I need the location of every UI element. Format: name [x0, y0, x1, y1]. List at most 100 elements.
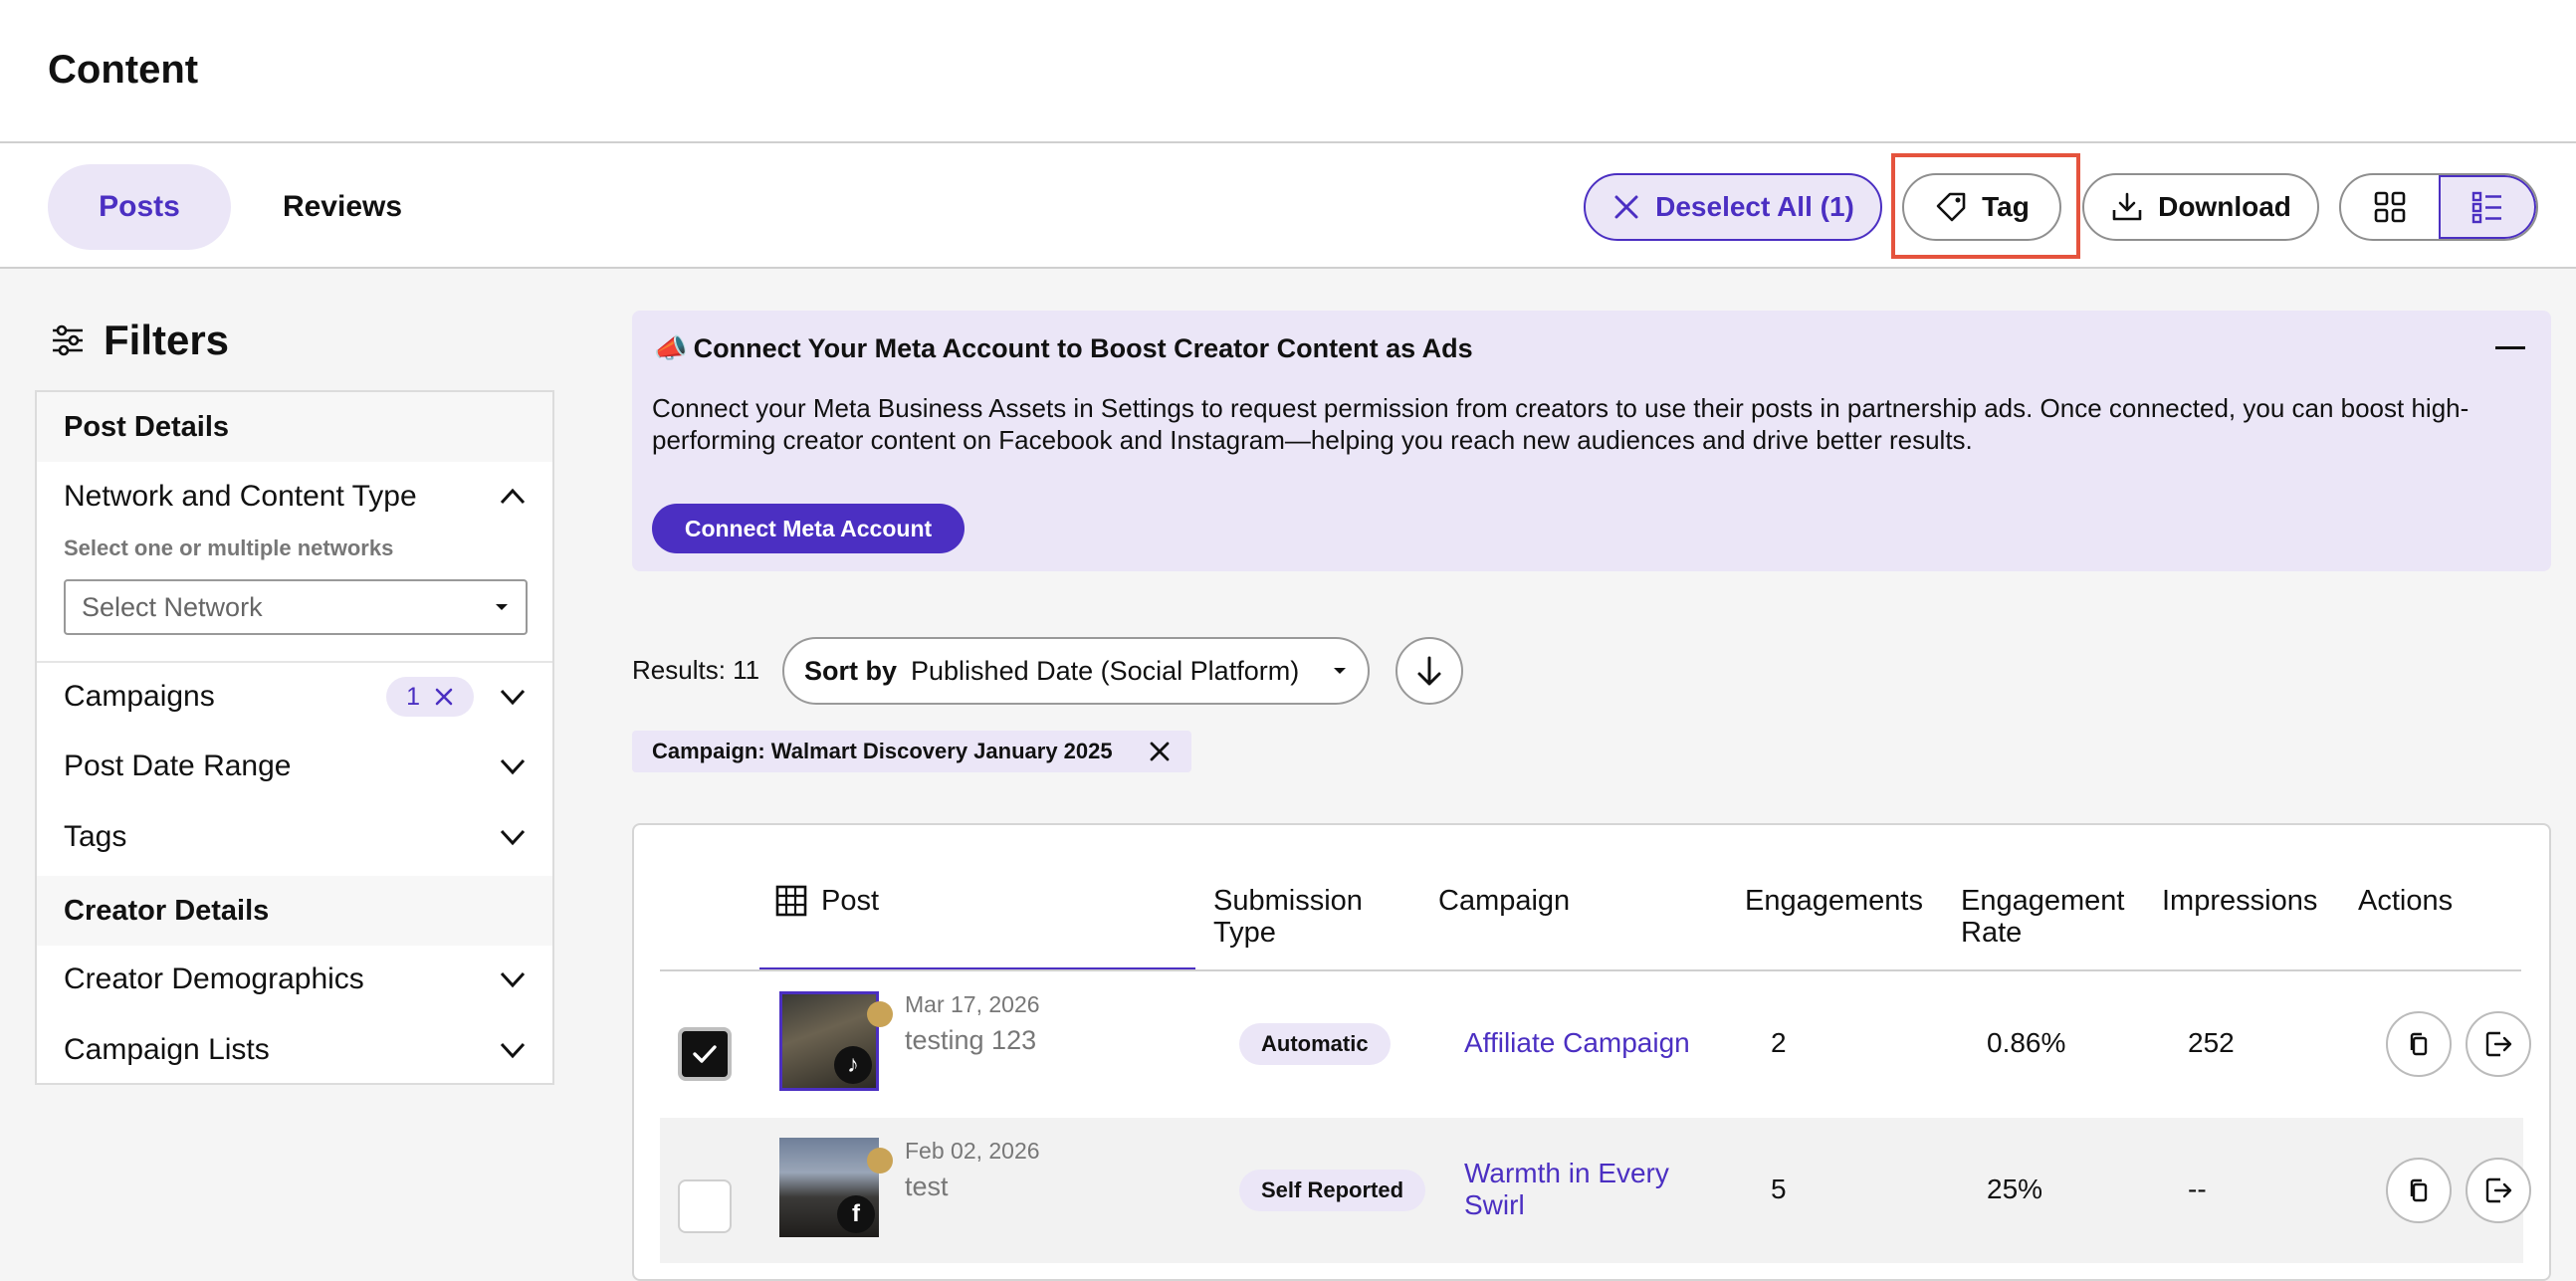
- table-row[interactable]: f Feb 02, 2026 test Self Reported Warmth…: [660, 1118, 2531, 1263]
- engagements-value: 2: [1771, 1027, 1787, 1058]
- clear-icon[interactable]: [434, 687, 454, 707]
- impressions-value: 252: [2188, 1027, 2235, 1058]
- posts-table: Post Submission Type Campaign Engagement…: [632, 823, 2551, 1281]
- facebook-icon: f: [837, 1195, 875, 1233]
- sort-dropdown[interactable]: Sort by Published Date (Social Platform): [782, 637, 1370, 705]
- table-icon: [775, 885, 807, 917]
- campaigns-count-chip[interactable]: 1: [386, 677, 474, 717]
- submission-type-badge: Automatic: [1239, 1023, 1391, 1065]
- tags-label: Tags: [64, 820, 127, 853]
- results-count: Results: 11: [632, 655, 760, 685]
- list-view-button[interactable]: [2439, 175, 2536, 239]
- table-row[interactable]: ♪ Mar 17, 2026 testing 123 Automatic Aff…: [660, 971, 2531, 1117]
- header-post-label: Post: [821, 885, 880, 917]
- campaign-lists-label: Campaign Lists: [64, 1033, 270, 1066]
- arrow-down-icon: [1417, 656, 1441, 686]
- tab-bar: Posts Reviews Deselect All (1) Tag Downl…: [0, 143, 2576, 269]
- header-engagements: Engagements: [1745, 885, 1923, 917]
- chevron-down-icon: [500, 971, 526, 988]
- grid-view-button[interactable]: [2341, 175, 2439, 239]
- filters-heading: Filters: [50, 317, 229, 364]
- copy-button[interactable]: [2386, 1011, 2452, 1077]
- campaigns-label: Campaigns: [64, 680, 215, 713]
- view-toggle: [2339, 173, 2538, 241]
- connect-meta-account-button[interactable]: Connect Meta Account: [652, 504, 965, 553]
- download-icon: [2112, 192, 2142, 221]
- tiktok-icon: ♪: [834, 1046, 872, 1084]
- campaigns-count: 1: [406, 682, 420, 711]
- download-button[interactable]: Download: [2082, 173, 2319, 241]
- post-date-range-toggle[interactable]: Post Date Range: [64, 739, 528, 794]
- submission-type-badge: Self Reported: [1239, 1170, 1426, 1211]
- engagement-rate-value: 25%: [1987, 1174, 2043, 1204]
- sort-direction-button[interactable]: [1395, 637, 1463, 705]
- header-actions: Actions: [2358, 885, 2454, 917]
- copy-icon: [2410, 1178, 2428, 1202]
- remove-filter-icon[interactable]: [1148, 740, 1172, 763]
- close-icon: [1614, 195, 1638, 219]
- download-label: Download: [2158, 191, 2291, 222]
- post-date: Mar 17, 2026: [905, 991, 1040, 1017]
- megaphone-icon: 📣: [654, 333, 688, 363]
- header-engagement-rate-line2: Rate: [1961, 917, 2023, 949]
- tags-toggle[interactable]: Tags: [64, 809, 528, 865]
- top-bar: Content: [0, 0, 2576, 143]
- post-date-range-label: Post Date Range: [64, 749, 292, 782]
- header-impressions: Impressions: [2162, 885, 2318, 917]
- header-engagement-rate: Engagement Rate: [1961, 885, 2124, 949]
- active-filter-chip: Campaign: Walmart Discovery January 2025: [632, 731, 1191, 772]
- network-content-type-label: Network and Content Type: [64, 480, 417, 513]
- header-submission-type-line2: Type: [1213, 917, 1276, 949]
- collapse-icon[interactable]: [2495, 346, 2525, 349]
- deselect-all-button[interactable]: Deselect All (1): [1584, 173, 1882, 241]
- banner-title: Connect Your Meta Account to Boost Creat…: [693, 332, 1473, 363]
- copy-button[interactable]: [2386, 1158, 2452, 1223]
- header-submission-type-line1: Submission: [1213, 885, 1363, 917]
- banner-body: Connect your Meta Business Assets in Set…: [652, 393, 2469, 455]
- exit-icon: [2485, 1177, 2512, 1203]
- creator-details-header: Creator Details: [37, 876, 552, 946]
- filters-panel: Post Details Network and Content Type Se…: [35, 390, 554, 1085]
- creator-demographics-toggle[interactable]: Creator Demographics: [64, 952, 528, 1007]
- copy-icon: [2410, 1032, 2428, 1056]
- tab-reviews[interactable]: Reviews: [249, 164, 436, 250]
- network-content-type-toggle[interactable]: Network and Content Type: [64, 469, 528, 525]
- meta-connect-banner: 📣 Connect Your Meta Account to Boost Cre…: [632, 311, 2551, 571]
- chevron-up-icon: [500, 488, 526, 505]
- row-checkbox[interactable]: [678, 1179, 732, 1233]
- network-help-text: Select one or multiple networks: [64, 535, 394, 560]
- checkmark-icon: [693, 1045, 717, 1063]
- campaign-link[interactable]: Affiliate Campaign: [1464, 1027, 1693, 1059]
- open-external-button[interactable]: [2466, 1158, 2531, 1223]
- post-thumbnail[interactable]: ♪: [779, 991, 879, 1091]
- tag-label: Tag: [1982, 191, 2030, 222]
- select-network-placeholder: Select Network: [82, 591, 263, 622]
- post-title[interactable]: test: [905, 1172, 949, 1202]
- engagement-rate-value: 0.86%: [1987, 1027, 2066, 1058]
- grid-icon: [2374, 191, 2406, 223]
- header-post[interactable]: Post: [775, 885, 879, 917]
- sort-value: Published Date (Social Platform): [911, 655, 1300, 686]
- tab-posts[interactable]: Posts: [48, 164, 231, 250]
- status-dot: [867, 1001, 893, 1027]
- deselect-all-label: Deselect All (1): [1655, 191, 1854, 222]
- banner-title-row: 📣 Connect Your Meta Account to Boost Cre…: [654, 332, 1473, 364]
- open-external-button[interactable]: [2466, 1011, 2531, 1077]
- header-campaign: Campaign: [1438, 885, 1571, 917]
- caret-down-icon: [496, 604, 508, 610]
- post-date: Feb 02, 2026: [905, 1138, 1040, 1164]
- post-thumbnail[interactable]: f: [779, 1138, 879, 1237]
- post-title[interactable]: testing 123: [905, 1025, 1036, 1056]
- campaigns-toggle[interactable]: Campaigns 1: [64, 669, 528, 725]
- chevron-down-icon: [500, 758, 526, 775]
- tag-button[interactable]: Tag: [1902, 173, 2061, 241]
- campaign-lists-toggle[interactable]: Campaign Lists: [64, 1022, 528, 1078]
- filters-title: Filters: [104, 317, 230, 363]
- campaign-link[interactable]: Warmth in Every Swirl: [1464, 1158, 1693, 1221]
- sort-prefix: Sort by: [804, 655, 898, 686]
- divider: [37, 661, 552, 663]
- select-network-dropdown[interactable]: Select Network: [64, 579, 528, 635]
- engagements-value: 5: [1771, 1174, 1787, 1204]
- row-checkbox[interactable]: [678, 1027, 732, 1081]
- header-submission-type: Submission Type: [1213, 885, 1363, 949]
